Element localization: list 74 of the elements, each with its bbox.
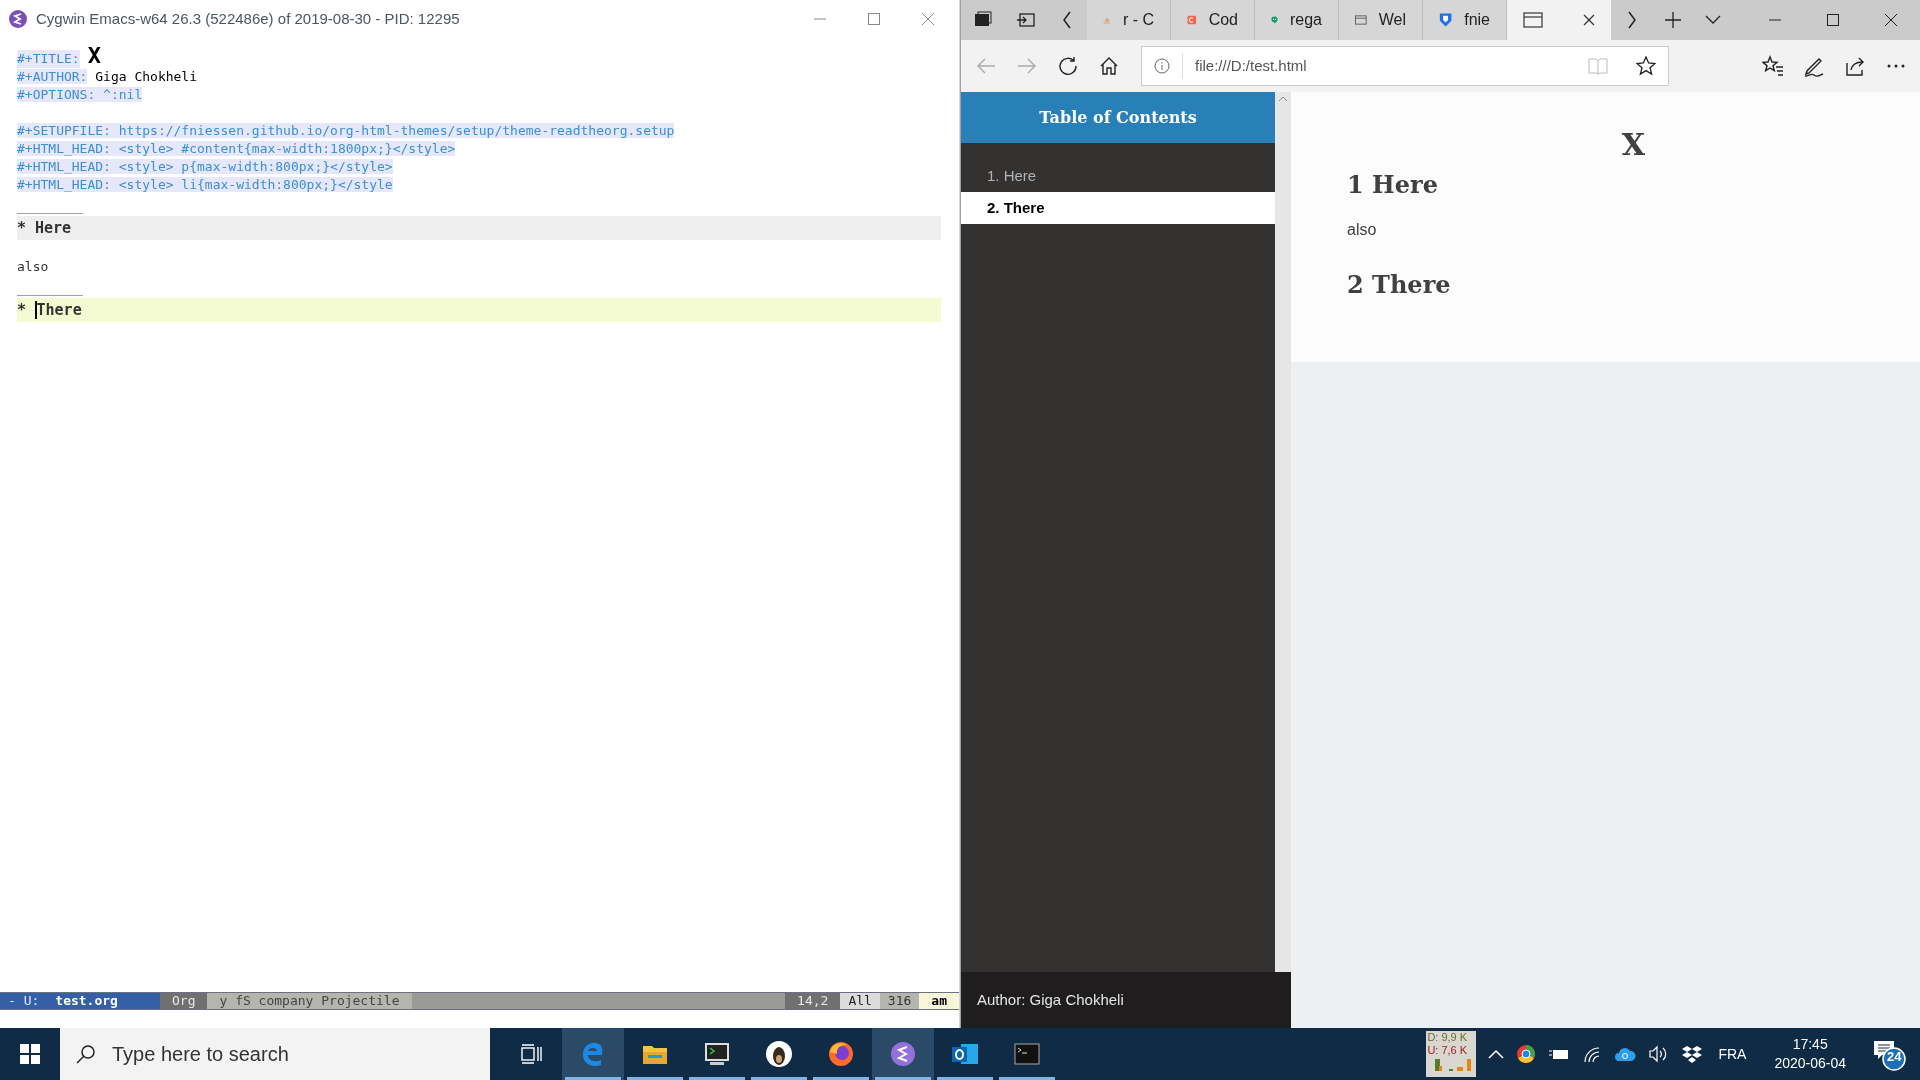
buffer-size: 316: [887, 992, 912, 1011]
console-icon[interactable]: [1014, 1043, 1040, 1065]
heading-marker: *: [17, 301, 27, 319]
task-view-icon[interactable]: [520, 1044, 542, 1064]
buffer-extent: All: [848, 992, 872, 1011]
browser-tab[interactable]: r - C: [1087, 0, 1171, 40]
search-box[interactable]: Type here to search: [60, 1028, 490, 1080]
download-rate: D: 9,9 K: [1427, 1031, 1469, 1044]
shield-icon: [1439, 11, 1453, 29]
close-icon[interactable]: [1884, 13, 1898, 27]
upload-rate: U: 7,6 K: [1427, 1044, 1469, 1057]
terminal-icon[interactable]: [704, 1042, 730, 1066]
author-value: Giga Chokheli: [94, 69, 198, 84]
browser-tab[interactable]: rega: [1255, 0, 1339, 40]
url-text: file:///D:/test.html: [1195, 55, 1307, 76]
browser-tab[interactable]: Wel: [1339, 0, 1423, 40]
tab-list-icon[interactable]: [1705, 15, 1721, 25]
start-icon[interactable]: [20, 1044, 40, 1064]
info-icon[interactable]: [1154, 58, 1170, 74]
body-text: also: [17, 258, 49, 276]
major-mode: Org: [172, 992, 196, 1011]
battery-icon[interactable]: [1548, 1047, 1571, 1061]
scroll-right-icon[interactable]: [1627, 11, 1637, 29]
keyword: #+AUTHOR:: [17, 69, 88, 84]
heading-text: Here: [35, 219, 72, 237]
more-icon[interactable]: [1886, 64, 1905, 68]
heading-text: There: [36, 301, 82, 319]
input-method: am: [931, 992, 947, 1011]
browser-tab[interactable]: fnie: [1423, 0, 1507, 40]
document-title: X: [1621, 126, 1646, 164]
heading-marker: *: [17, 219, 27, 237]
scroll-left-icon[interactable]: [1062, 11, 1072, 29]
firefox-icon[interactable]: [827, 1040, 855, 1068]
minor-modes: y fS company Projectile: [219, 992, 400, 1011]
address-bar[interactable]: file:///D:/test.html: [1141, 46, 1669, 86]
section-heading: 1 Here: [1347, 170, 1438, 200]
window-icon: [1355, 12, 1367, 28]
share-icon[interactable]: [1843, 55, 1866, 77]
author-footer: Author: Giga Chokheli: [977, 988, 1124, 1012]
dropbox-icon[interactable]: [1682, 1045, 1703, 1063]
window-title: Cygwin Emacs-w64 26.3 (522486e) of 2019-08-30 - PID: 12295: [36, 8, 460, 29]
favorite-star-icon[interactable]: [1636, 56, 1656, 76]
close-tab-icon[interactable]: [1583, 14, 1595, 26]
buffer-state: - U:: [8, 992, 40, 1011]
chevron-up-icon[interactable]: [1488, 1049, 1505, 1059]
keyword: #+TITLE:: [17, 50, 80, 68]
notification-count: 24: [1887, 1048, 1902, 1066]
cursor-position: 14,2: [797, 992, 829, 1011]
search-icon: [76, 1044, 96, 1064]
emacs-icon[interactable]: [890, 1041, 916, 1067]
title-value: X: [87, 44, 101, 68]
restore-tabs-icon[interactable]: [1016, 12, 1036, 28]
buffer-name: test.org: [55, 992, 118, 1011]
beaver-icon[interactable]: [765, 1040, 793, 1068]
refresh-icon[interactable]: [1056, 55, 1079, 77]
toc-header: Table of Contents: [961, 92, 1275, 143]
paragraph: also: [1347, 220, 1377, 240]
emacs-logo-icon: [8, 9, 28, 29]
scroll-up-icon[interactable]: [1278, 96, 1288, 102]
clock[interactable]: 17:45 2020-06-04: [1762, 1035, 1858, 1073]
window-icon: [1523, 12, 1543, 28]
new-tab-icon[interactable]: [1665, 12, 1681, 28]
toc-link[interactable]: 1. Here: [961, 160, 1275, 192]
outlook-icon[interactable]: [951, 1041, 979, 1067]
toc-link[interactable]: 2. There: [961, 192, 1275, 224]
maximize-icon[interactable]: [1826, 13, 1840, 27]
favorites-icon[interactable]: [1761, 55, 1784, 77]
folder-icon[interactable]: [642, 1043, 668, 1065]
cloud-icon[interactable]: [1614, 1046, 1637, 1062]
browser-tray-icon[interactable]: [1516, 1044, 1537, 1064]
browser-tab[interactable]: Cod: [1171, 0, 1255, 40]
language-indicator[interactable]: FRA: [1714, 1043, 1751, 1065]
section-heading: 2 There: [1347, 270, 1451, 300]
pen-icon[interactable]: [1802, 55, 1825, 77]
